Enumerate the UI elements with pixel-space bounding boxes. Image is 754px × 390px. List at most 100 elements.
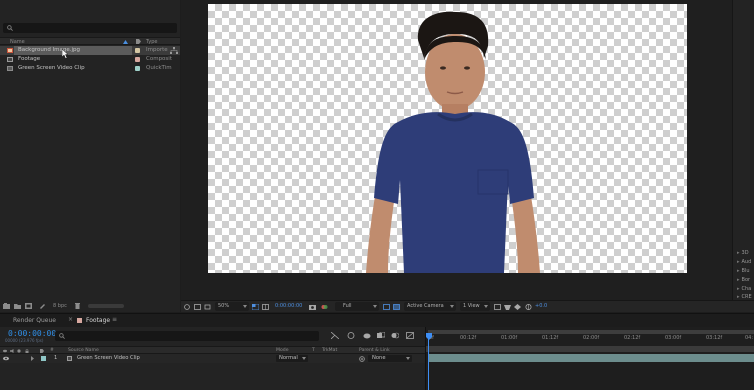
graph-editor-icon[interactable] [406,332,414,339]
audio-icon[interactable] [10,349,14,353]
camera-dropdown[interactable]: Active Camera [404,302,456,311]
draft-3d-icon[interactable] [504,304,511,310]
project-item-green-screen-clip[interactable]: Green Screen Video Clip QuickTim [0,64,180,73]
interpret-footage-icon[interactable] [3,303,10,309]
sort-arrow-icon[interactable] [123,40,128,44]
label-tag-icon[interactable] [136,39,141,44]
timeline-track-area[interactable]: 0f 00:12f 01:00f 01:12f 02:00f 02:12f 03… [425,327,754,390]
transparency-grid-icon[interactable] [252,304,259,310]
time-navigator[interactable] [426,346,754,352]
current-time-display[interactable]: 0:00:00:00 [8,329,56,338]
parent-link-header[interactable]: Parent & Link [359,348,390,353]
layer-name[interactable]: Green Screen Video Clip [77,355,140,361]
tab-footage[interactable]: Footage [86,317,110,324]
flowchart-icon[interactable] [170,47,178,54]
chevron-down-icon [302,357,306,360]
solo-icon[interactable] [17,349,21,353]
label-color-swatch[interactable] [135,66,140,71]
layer-number-header[interactable]: # [50,348,54,353]
project-search-input[interactable] [3,23,177,33]
layer-row[interactable]: 1 Green Screen Video Clip Normal None [0,354,425,363]
comp-flowchart-icon[interactable] [331,332,339,339]
effect-category[interactable]: ▸ CRE [737,294,752,300]
label-color-swatch[interactable] [135,48,140,53]
always-preview-icon[interactable] [194,304,201,310]
trash-icon[interactable] [74,303,81,309]
zoom-dropdown[interactable]: 50% [215,302,249,311]
video-file-icon [7,66,13,71]
trkmat-header[interactable]: TrkMat [322,348,337,353]
layer-label-swatch[interactable] [41,356,46,361]
parent-dropdown[interactable]: None [368,355,412,362]
search-icon [59,333,65,339]
column-name-label[interactable]: Name [10,39,25,45]
effect-category[interactable]: ▸ Blu [737,268,750,274]
mode-header[interactable]: Mode [276,348,289,353]
fast-preview-toggle-icon[interactable] [514,304,521,310]
panel-menu-icon[interactable]: ≡ [112,316,117,323]
time-ruler[interactable]: 0f 00:12f 01:00f 01:12f 02:00f 02:12f 03… [426,334,754,346]
blend-mode-dropdown[interactable]: Normal [276,355,308,362]
chevron-down-icon [243,305,247,308]
layer-search-input[interactable] [55,331,319,341]
project-item-footage[interactable]: Footage Composit [0,55,180,64]
lock-icon[interactable] [25,349,29,353]
magnification-icon[interactable] [184,304,191,310]
ruler-tick-label: 04: [745,335,754,341]
t-header[interactable]: T [312,348,315,353]
label-color-swatch[interactable] [135,57,140,62]
image-file-icon [7,48,13,53]
frame-blending-icon[interactable] [377,332,385,339]
motion-blur-icon[interactable] [391,332,399,339]
effect-category[interactable]: ▸ Bor [737,277,750,283]
thumbnail-slider[interactable] [88,304,124,308]
layer-duration-bar[interactable] [428,354,754,362]
toggle-mask-icon[interactable] [393,304,400,310]
show-channel-icon[interactable] [321,304,328,310]
close-icon[interactable]: × [68,316,73,323]
tab-render-queue[interactable]: Render Queue [13,317,56,324]
layer-number: 1 [54,355,58,361]
project-item-background-image[interactable]: Background Image.jpg Importe [0,46,180,55]
effect-category[interactable]: ▸ Aud [737,259,751,265]
eye-icon[interactable] [3,349,7,353]
timeline-tab-bar: Render Queue × Footage ≡ [0,313,754,327]
view-layout-value: 1 View [463,303,480,309]
chevron-right-icon[interactable] [30,356,35,361]
ruler-tick-label: 01:12f [542,335,559,341]
composition-canvas[interactable] [208,4,687,273]
resolution-grid-icon[interactable] [262,304,269,310]
new-composition-icon[interactable] [25,303,32,309]
pick-whip-icon[interactable] [359,356,365,362]
hide-shy-layers-icon[interactable] [363,332,371,339]
current-time-indicator[interactable] [426,333,432,390]
resolution-dropdown[interactable]: Full [335,302,379,311]
project-item-name: Green Screen Video Clip [18,65,85,71]
chevron-down-icon [406,357,410,360]
project-item-type: Importe [146,47,168,53]
project-settings-icon[interactable] [39,303,46,309]
pixel-aspect-icon[interactable] [494,304,501,310]
new-folder-icon[interactable] [14,303,21,309]
region-of-interest-icon[interactable] [204,304,211,310]
exposure-value[interactable]: +0.0 [535,303,547,309]
label-tag-icon[interactable] [40,349,44,353]
playhead-handle-icon[interactable] [426,333,432,340]
zoom-value: 50% [218,303,230,309]
chevron-down-icon [450,305,454,308]
effect-category[interactable]: ▸ 3D [737,250,749,256]
eye-icon[interactable] [3,356,9,361]
effect-category[interactable]: ▸ Cha [737,286,751,292]
fast-previews-icon[interactable] [383,304,390,310]
source-name-header[interactable]: Source Name [68,348,99,353]
reset-exposure-icon[interactable] [525,304,532,310]
chevron-down-icon [373,305,377,308]
project-item-name: Background Image.jpg [18,47,81,53]
camera-value: Active Camera [407,303,444,309]
view-layout-dropdown[interactable]: 1 View [460,302,490,311]
viewer-timecode[interactable]: 0:00:00:00 [275,303,302,309]
bit-depth-label[interactable]: 8 bpc [53,303,67,309]
column-type-label[interactable]: Type [146,39,157,45]
snapshot-icon[interactable] [309,304,316,310]
draft-3d-toggle-icon[interactable] [347,332,355,339]
